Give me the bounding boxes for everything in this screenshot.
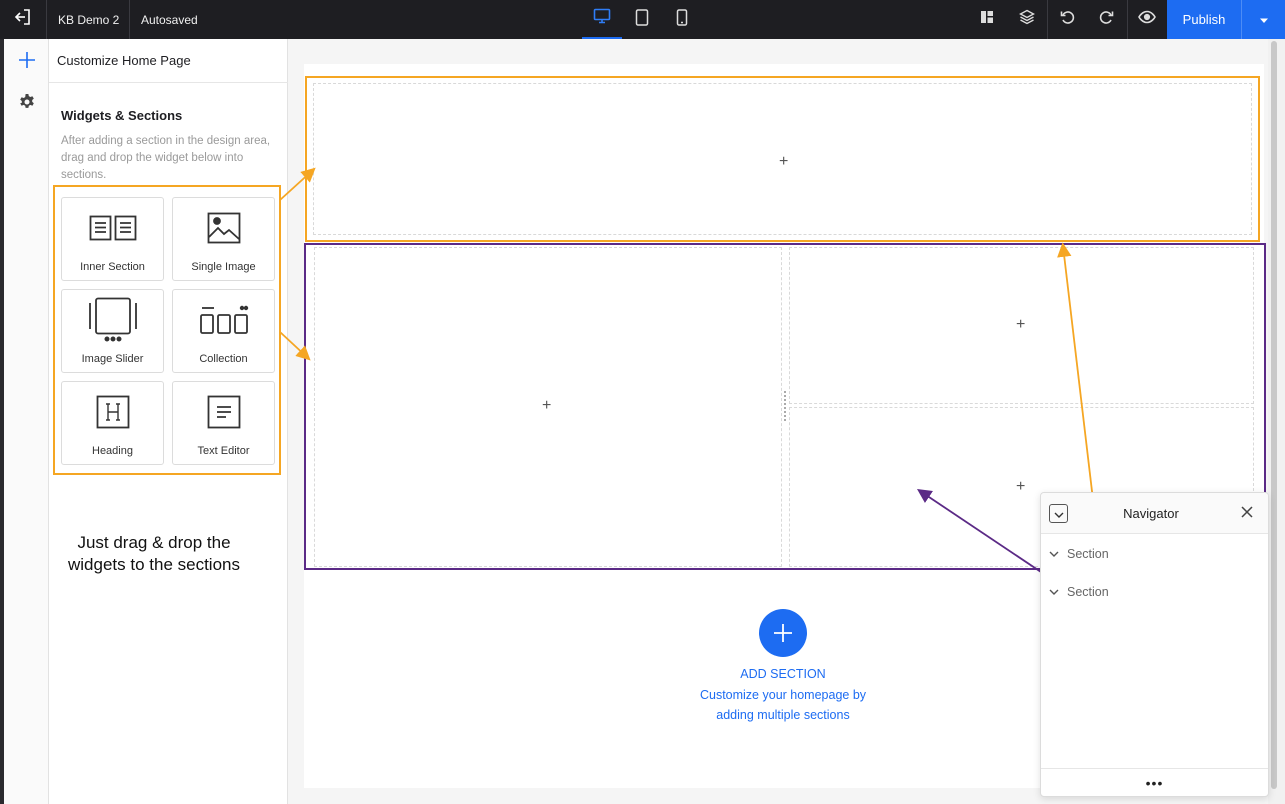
add-section-description: adding multiple sections [716, 708, 850, 722]
widget-single-image[interactable]: Single Image [172, 197, 275, 281]
image-icon [173, 208, 274, 248]
settings-button[interactable] [13, 92, 41, 116]
exit-button[interactable] [0, 0, 46, 39]
widget-label: Inner Section [80, 261, 145, 273]
tablet-icon [635, 8, 649, 31]
scrollbar-thumb[interactable] [1271, 41, 1277, 789]
add-section-label[interactable]: ADD SECTION [640, 667, 926, 681]
desktop-view-button[interactable] [582, 0, 622, 39]
top-bar: KB Demo 2 Autosaved Publish [0, 0, 1285, 39]
close-button[interactable] [1237, 504, 1257, 524]
section-1[interactable]: + [305, 76, 1260, 242]
left-rail [0, 39, 49, 804]
caret-down-icon [1259, 11, 1269, 29]
save-status: Autosaved [141, 12, 198, 27]
widgets-description: After adding a section in the design are… [61, 135, 271, 181]
preview-button[interactable] [1127, 0, 1167, 39]
publish-options-button[interactable] [1241, 0, 1285, 39]
add-section-button[interactable] [759, 609, 807, 657]
more-options-button[interactable]: ••• [1041, 768, 1268, 796]
inner-section-icon [62, 208, 163, 248]
widget-label: Text Editor [197, 445, 250, 457]
navigator-item-label: Section [1067, 547, 1109, 561]
collection-icon [173, 300, 274, 340]
chevron-down-icon [1049, 548, 1061, 560]
resize-handle[interactable] [784, 391, 787, 421]
navigator-header: Navigator [1041, 493, 1268, 534]
widgets-highlight: Inner Section Single Image Image Slider [53, 185, 281, 475]
navigator-item-section[interactable]: Section [1049, 582, 1109, 602]
navigator-item-label: Section [1067, 585, 1109, 599]
panel-title: Customize Home Page [57, 53, 191, 68]
mobile-icon [676, 8, 688, 31]
publish-button[interactable]: Publish [1167, 0, 1241, 39]
text-editor-icon [173, 392, 274, 432]
desktop-icon [593, 8, 611, 29]
divider [49, 82, 288, 83]
widget-image-slider[interactable]: Image Slider [61, 289, 164, 373]
navigator-item-section[interactable]: Section [1049, 544, 1109, 564]
widget-collection[interactable]: Collection [172, 289, 275, 373]
widget-heading[interactable]: Heading [61, 381, 164, 465]
widget-label: Heading [92, 445, 133, 457]
heading-icon [62, 392, 163, 432]
gear-icon [18, 93, 36, 116]
add-widget-plus[interactable]: + [779, 154, 788, 170]
exit-icon [14, 8, 32, 31]
widget-text-editor[interactable]: Text Editor [172, 381, 275, 465]
add-widget-plus[interactable]: + [1016, 317, 1025, 333]
widget-label: Collection [199, 353, 248, 365]
layers-icon [1019, 9, 1035, 30]
add-section-description: Customize your homepage by [699, 688, 867, 702]
image-slider-icon [62, 297, 163, 342]
publish-group: Publish [1167, 0, 1285, 39]
widgets-panel: Customize Home Page Widgets & Sections A… [49, 39, 288, 804]
layout-icon [980, 10, 994, 29]
tablet-view-button[interactable] [622, 0, 662, 39]
layout-button[interactable] [967, 0, 1007, 39]
navigator-panel: Navigator Section Section ••• [1040, 492, 1269, 797]
eye-icon [1138, 10, 1156, 29]
drag-drop-hint: Just drag & drop the widgets to the sect… [68, 533, 240, 574]
chevron-down-icon [1049, 586, 1061, 598]
close-icon [1241, 505, 1253, 523]
plus-icon [17, 50, 37, 75]
undo-button[interactable] [1047, 0, 1087, 39]
layers-button[interactable] [1007, 0, 1047, 39]
plus-icon [759, 609, 807, 657]
widget-label: Single Image [191, 261, 256, 273]
redo-button[interactable] [1087, 0, 1127, 39]
project-name: KB Demo 2 [58, 12, 120, 27]
redo-icon [1099, 9, 1115, 30]
add-widget-plus[interactable]: + [542, 398, 551, 414]
mobile-view-button[interactable] [662, 0, 702, 39]
add-widget-plus[interactable]: + [1016, 479, 1025, 495]
widgets-heading: Widgets & Sections [61, 108, 183, 123]
widget-inner-section[interactable]: Inner Section [61, 197, 164, 281]
navigator-title: Navigator [1123, 506, 1179, 521]
add-widget-button[interactable] [13, 50, 41, 74]
widget-label: Image Slider [81, 353, 144, 365]
undo-icon [1059, 9, 1075, 30]
